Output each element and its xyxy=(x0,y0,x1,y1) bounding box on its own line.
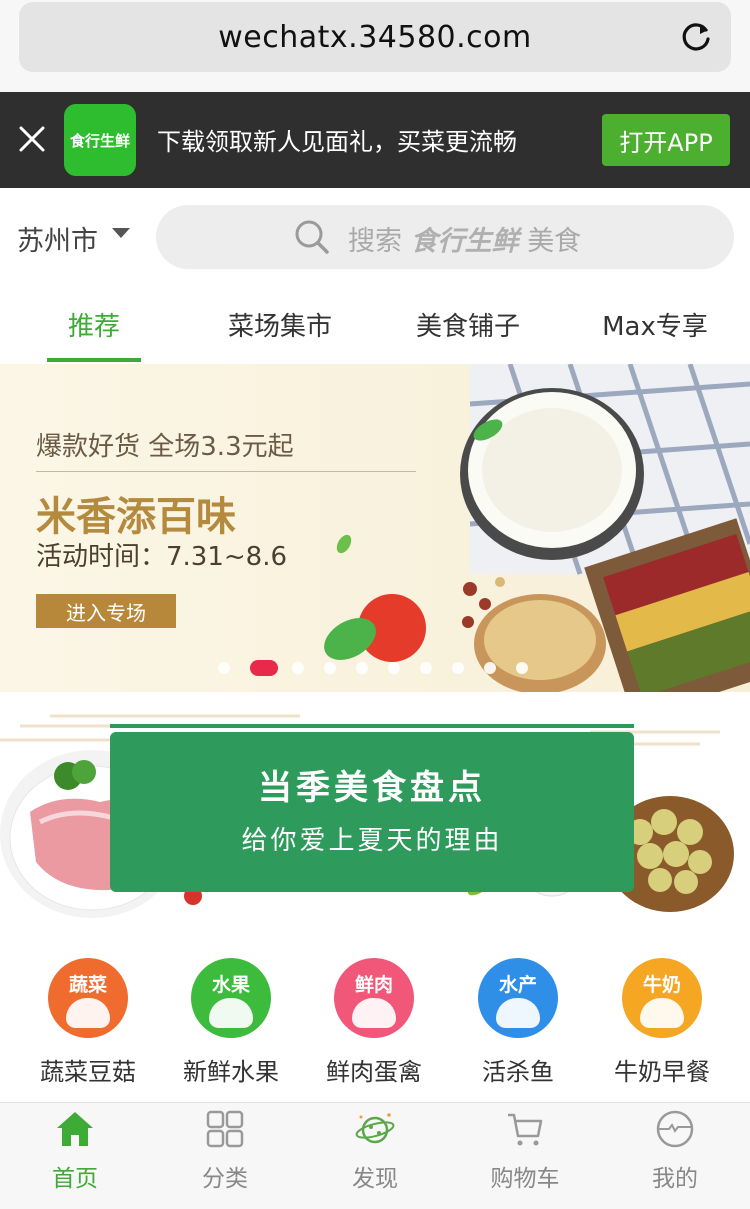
category-vegetables[interactable]: 蔬菜 蔬菜豆菇 xyxy=(18,958,158,1087)
home-icon xyxy=(57,1112,93,1146)
vegetables-icon: 蔬菜 xyxy=(48,958,128,1038)
chevron-down-icon[interactable] xyxy=(112,228,130,238)
browser-bar: wechatx.34580.com xyxy=(0,0,750,92)
carousel-dot[interactable] xyxy=(388,662,400,674)
nav-label: 分类 xyxy=(202,1166,248,1192)
nav-discover[interactable]: 发现 xyxy=(300,1103,450,1209)
planet-icon xyxy=(355,1113,395,1144)
app-logo-text: 食行生鲜 xyxy=(69,131,130,150)
category-label: 鲜肉蛋禽 xyxy=(326,1058,422,1086)
promo-time: 活动时间：7.31~8.6 xyxy=(36,542,288,572)
category-tabs: 推荐 菜场集市 美食铺子 Max专享 xyxy=(0,284,750,364)
carousel-dot[interactable] xyxy=(292,662,304,674)
seasonal-food-banner[interactable]: 当季美食盘点 给你爱上夏天的理由 xyxy=(0,692,750,936)
carousel-dot[interactable] xyxy=(420,662,432,674)
category-seafood[interactable]: 水产 活杀鱼 xyxy=(448,958,588,1087)
search-prefix: 搜索 xyxy=(348,226,402,257)
grid-icon xyxy=(206,1110,244,1148)
address-bar[interactable]: wechatx.34580.com xyxy=(19,2,731,72)
category-milk[interactable]: 牛奶 牛奶早餐 xyxy=(592,958,732,1087)
tab-food-shop[interactable]: 美食铺子 xyxy=(398,306,538,343)
seasonal-subtitle: 给你爱上夏天的理由 xyxy=(241,826,503,856)
rice-grains-image xyxy=(324,364,750,692)
category-label: 新鲜水果 xyxy=(183,1058,279,1086)
nav-profile[interactable]: 我的 xyxy=(600,1103,750,1209)
milk-carton-icon xyxy=(640,998,684,1028)
search-suffix: 美食 xyxy=(527,226,582,257)
seasonal-title: 当季美食盘点 xyxy=(258,768,486,808)
profile-icon xyxy=(656,1110,694,1148)
city-search-row: 苏州市 搜索 食行生鲜 美食 xyxy=(0,188,750,284)
banner-message: 下载领取新人见面礼，买菜更流畅 xyxy=(157,128,517,156)
nav-label: 发现 xyxy=(352,1166,398,1192)
category-badge: 鲜肉 xyxy=(354,974,393,996)
radish-icon xyxy=(66,998,110,1028)
apple-icon xyxy=(209,998,253,1028)
seafood-icon: 水产 xyxy=(478,958,558,1038)
tab-active-indicator xyxy=(47,358,141,362)
meat-icon: 鲜肉 xyxy=(334,958,414,1038)
category-label: 牛奶早餐 xyxy=(614,1058,710,1086)
nav-home[interactable]: 首页 xyxy=(0,1103,150,1209)
search-icon xyxy=(295,220,329,254)
search-input[interactable]: 搜索 食行生鲜 美食 xyxy=(156,205,734,269)
promo-banner[interactable]: 爆款好货 全场3.3元起 米香添百味 活动时间：7.31~8.6 进入专场 xyxy=(0,364,750,692)
open-app-button[interactable]: 打开APP xyxy=(602,114,730,166)
enter-event-button[interactable]: 进入专场 xyxy=(36,594,176,628)
search-brand: 食行生鲜 xyxy=(410,226,519,257)
app-download-banner: 食行生鲜 下载领取新人见面礼，买菜更流畅 打开APP xyxy=(0,92,750,188)
category-badge: 牛奶 xyxy=(642,974,681,996)
nav-label: 首页 xyxy=(52,1166,98,1192)
drumstick-icon xyxy=(352,998,396,1028)
category-shortcuts: 蔬菜 蔬菜豆菇 水果 新鲜水果 鲜肉 鲜肉蛋禽 水产 活杀鱼 牛奶 牛奶早餐 xyxy=(0,936,750,1102)
category-meat[interactable]: 鲜肉 鲜肉蛋禽 xyxy=(304,958,444,1087)
tab-recommend[interactable]: 推荐 xyxy=(47,306,141,343)
carousel-dot[interactable] xyxy=(218,662,230,674)
carousel-dot[interactable] xyxy=(324,662,336,674)
city-selector[interactable]: 苏州市 xyxy=(17,219,98,258)
fruits-icon: 水果 xyxy=(191,958,271,1038)
search-placeholder: 搜索 食行生鲜 美食 xyxy=(348,219,581,258)
nav-label: 购物车 xyxy=(490,1166,560,1192)
seasonal-card: 当季美食盘点 给你爱上夏天的理由 xyxy=(110,732,634,892)
nav-category[interactable]: 分类 xyxy=(150,1103,300,1209)
carousel-dot-active[interactable] xyxy=(250,660,278,676)
app-logo: 食行生鲜 xyxy=(64,104,136,176)
url-text: wechatx.34580.com xyxy=(218,20,532,55)
category-label: 活杀鱼 xyxy=(482,1058,554,1086)
nav-label: 我的 xyxy=(652,1166,698,1192)
category-label: 蔬菜豆菇 xyxy=(40,1058,136,1086)
close-icon[interactable] xyxy=(18,125,46,153)
carousel-dot[interactable] xyxy=(356,662,368,674)
nav-cart[interactable]: 购物车 xyxy=(450,1103,600,1209)
category-badge: 蔬菜 xyxy=(68,974,107,996)
milk-icon: 牛奶 xyxy=(622,958,702,1038)
reload-icon[interactable] xyxy=(679,20,713,54)
category-badge: 水产 xyxy=(498,974,537,996)
promo-subtitle: 爆款好货 全场3.3元起 xyxy=(36,432,294,462)
fish-icon xyxy=(496,998,540,1028)
carousel-dot[interactable] xyxy=(516,662,528,674)
category-fruits[interactable]: 水果 新鲜水果 xyxy=(161,958,301,1087)
cart-icon xyxy=(508,1113,543,1146)
promo-title: 米香添百味 xyxy=(36,494,236,540)
category-badge: 水果 xyxy=(211,974,250,996)
tab-max[interactable]: Max专享 xyxy=(590,306,720,343)
carousel-dot[interactable] xyxy=(484,662,496,674)
carousel-dot[interactable] xyxy=(452,662,464,674)
bottom-nav: 首页 分类 发现 购物车 我的 xyxy=(0,1102,750,1209)
tab-market[interactable]: 菜场集市 xyxy=(210,306,350,343)
